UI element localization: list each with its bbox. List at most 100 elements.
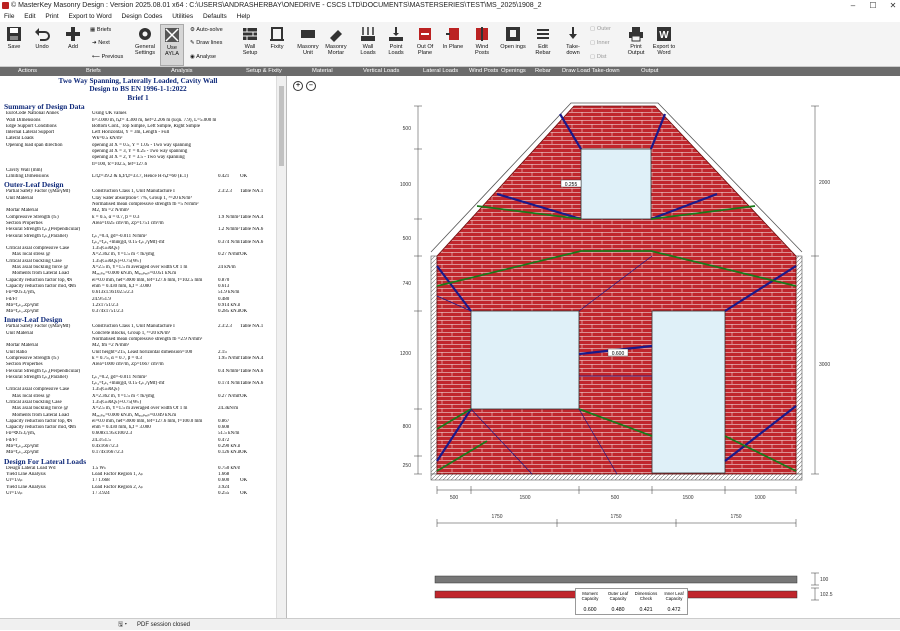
in-plane-icon — [446, 28, 459, 40]
row-detail: 1 / 3.924 — [92, 490, 110, 496]
dim-left-4: 740 — [403, 281, 412, 287]
fixity-button[interactable]: Fixity — [265, 24, 289, 66]
row-label: Ur=1/λₚ — [6, 490, 23, 496]
report-section-heading: Design For Lateral Loads — [4, 456, 87, 466]
analyse-button[interactable]: ◉ Analyse — [190, 53, 216, 61]
group-actions: Actions — [18, 68, 38, 74]
svg-text:W: W — [659, 30, 669, 41]
report-body: Summary of Design Data EuroCode National … — [0, 102, 286, 497]
dim-right-gable: 2000 — [819, 180, 830, 186]
in-plane-button[interactable]: In Plane — [440, 24, 466, 66]
group-material: Material — [312, 68, 333, 74]
menu-print[interactable]: Print — [41, 11, 62, 22]
draw-lines-toggle[interactable]: ✎ Draw lines — [190, 39, 222, 47]
report-section-heading: Summary of Design Data — [4, 102, 85, 112]
inner-leaf-thickness: 102.5 — [820, 592, 833, 598]
masonry-mortar-button[interactable]: Masonry Mortar — [322, 24, 350, 66]
opening-icon — [506, 27, 520, 41]
takedown-icon — [569, 27, 577, 39]
leaf-thickness-dims — [811, 572, 819, 601]
dim-left-7: 250 — [403, 463, 412, 469]
dim-bottom-3: 500 — [611, 495, 620, 501]
menu-design-codes[interactable]: Design Codes — [118, 11, 167, 22]
group-rebar: Rebar — [535, 68, 551, 74]
menu-utilities[interactable]: Utilities — [168, 11, 197, 22]
undo-button[interactable]: Undo — [30, 24, 54, 66]
save-button[interactable]: Save — [3, 24, 25, 66]
dist-icon: ▢ — [590, 54, 597, 60]
masonry-unit-button[interactable]: Masonry Unit — [294, 24, 322, 66]
group-output: Output — [641, 68, 659, 74]
menu-help[interactable]: Help — [233, 11, 254, 22]
out-of-plane-button[interactable]: Out Of Plane — [412, 24, 438, 66]
scrollbar-thumb[interactable] — [279, 86, 284, 166]
report-row: Mᴅ=fₓₖ₁.Zp/γmf 0.374x1751/2.3 0.285 kN.m OK — [0, 309, 286, 315]
wall-drawing: 0.255 0.600 500 1000 500 740 1200 800 25… — [400, 102, 833, 601]
group-briefs: Briefs — [86, 68, 101, 74]
app-icon — [2, 2, 9, 9]
briefs-button[interactable]: ▦ Briefs — [90, 26, 111, 34]
window-title: © MasterKey Masonry Design : Version 202… — [11, 2, 542, 9]
row-value: 0.285 kN.m — [218, 309, 240, 315]
report-row: Limiting Dimensions L/tₑf=39.2 & hₑf/tₑf=… — [0, 174, 286, 180]
maximize-button[interactable]: ☐ — [866, 0, 880, 11]
rebar-icon — [537, 29, 549, 39]
group-openings: Openings — [501, 68, 526, 74]
status-text: PDF session closed — [137, 622, 191, 628]
openings-button[interactable]: Open ings — [500, 24, 526, 66]
minimize-button[interactable]: – — [846, 0, 860, 11]
outer-toggle[interactable]: ▢ Outer — [590, 25, 611, 33]
use-ayla-button[interactable]: Use AYLA — [160, 24, 184, 66]
general-settings-button[interactable]: General Settings — [130, 24, 160, 66]
previous-button[interactable]: ⟵ Previous — [92, 53, 123, 61]
report-row: Ur=1/λₚ 1 / 3.924 0.255 OK — [0, 491, 286, 497]
dim-bottom-4: 1500 — [682, 495, 693, 501]
wall-loads-button[interactable]: Wall Loads — [355, 24, 381, 66]
menu-edit[interactable]: Edit — [20, 11, 39, 22]
add-button[interactable]: Add — [60, 24, 86, 66]
base-support-hatch — [430, 473, 803, 481]
next-button[interactable]: ➜ Next — [92, 39, 110, 47]
opening-right — [651, 310, 726, 474]
report-row: Mᴅ=fₓₖ₁.Zp/γmf 0.174x1667/2.3 0.126 kN.m OK — [0, 450, 286, 456]
row-value: 0.421 — [218, 174, 230, 180]
menu-defaults[interactable]: Defaults — [199, 11, 231, 22]
save-icon — [7, 27, 21, 41]
menu-export-word[interactable]: Export to Word — [65, 11, 116, 22]
results-table: Moment Capacity Outer Leaf Capacity Dime… — [575, 588, 688, 615]
row-ref: OK — [240, 490, 248, 496]
row-value: 0.255 — [218, 490, 230, 496]
group-analysis: Analysis — [171, 68, 193, 74]
row-label: Limiting Dimensions — [6, 174, 49, 180]
wall-setup-button[interactable]: Wall Setup — [238, 24, 262, 66]
dist-toggle[interactable]: ▢ Dist — [590, 53, 606, 61]
row-ref: OK — [240, 174, 248, 180]
report-section-heading: Outer-Leaf Design — [4, 180, 64, 190]
fixity-icon — [270, 27, 284, 41]
inner-icon: ▢ — [590, 40, 597, 46]
point-loads-button[interactable]: Point Loads — [383, 24, 409, 66]
drawing-pane: + – 0.255 0.600 500 1000 500 740 1200 80… — [287, 76, 900, 618]
dim-left-1: 500 — [403, 126, 412, 132]
report-scrollbar[interactable] — [276, 76, 286, 618]
value-inner-leaf: 0.472 — [667, 607, 681, 613]
export-word-button[interactable]: W Export to Word — [650, 24, 678, 66]
edit-rebar-button[interactable]: Edit Rebar — [530, 24, 556, 66]
gear-icon — [139, 28, 151, 40]
auto-solve-toggle[interactable]: ⚙ Auto-solve — [190, 26, 223, 34]
close-button[interactable]: ✕ — [886, 0, 900, 11]
takedown-button[interactable]: Take- down — [560, 24, 586, 66]
dim-bottom2-2: 1750 — [610, 514, 621, 520]
dim-bottom2-3: 1750 — [730, 514, 741, 520]
wind-posts-button[interactable]: Wind Posts — [469, 24, 495, 66]
right-support-hatch — [795, 255, 803, 475]
group-setup-fixity: Setup & Fixity — [246, 68, 282, 74]
printer-icon — [629, 27, 643, 42]
region-label-2: 0.600 — [612, 351, 625, 357]
print-output-button[interactable]: Print Output — [623, 24, 649, 66]
inner-toggle[interactable]: ▢ Inner — [590, 39, 610, 47]
menu-file[interactable]: File — [0, 11, 18, 22]
header-outer-leaf: Outer Leaf Capacity — [607, 591, 629, 601]
dim-bottom-1: 500 — [450, 495, 459, 501]
briefs-icon: ▦ — [90, 27, 97, 33]
